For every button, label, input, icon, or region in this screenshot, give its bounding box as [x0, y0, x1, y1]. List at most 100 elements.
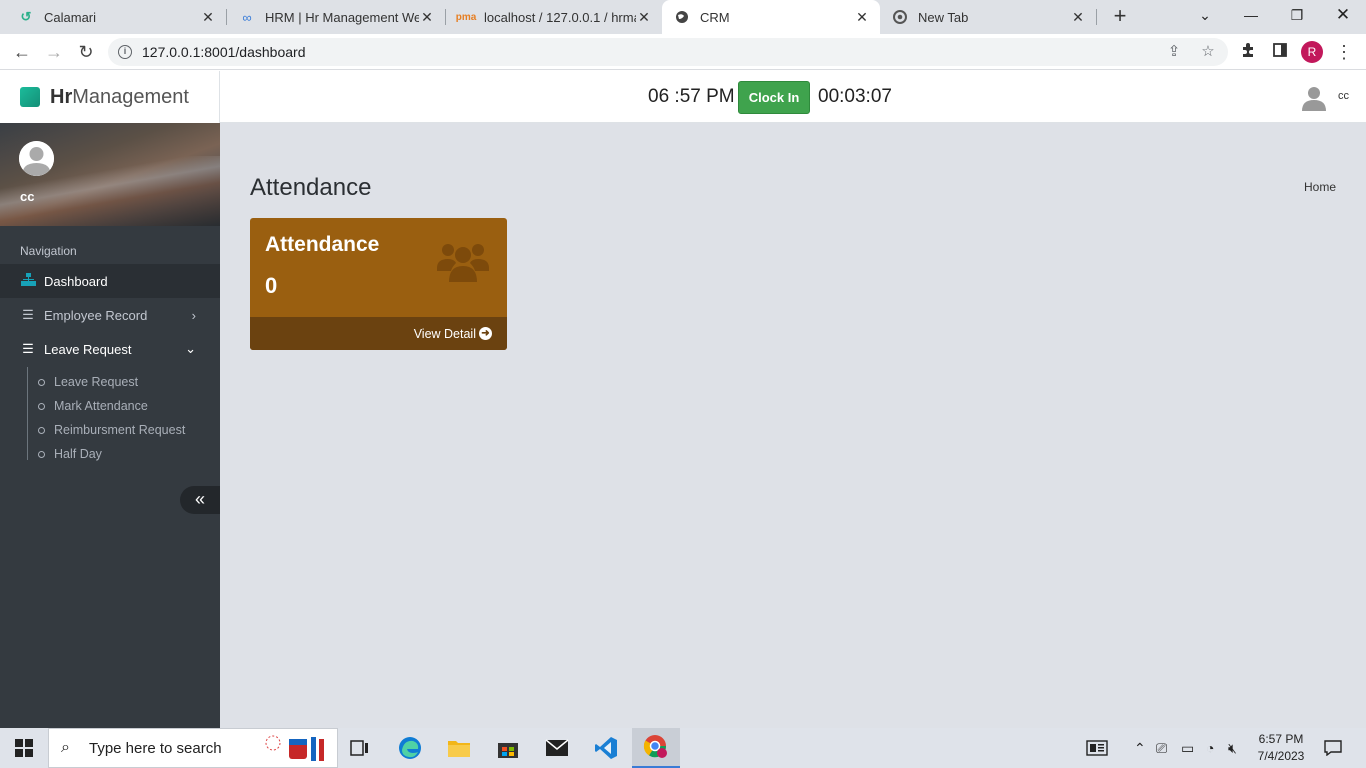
double-chevron-left-icon: « [194, 489, 205, 509]
brand-bold: Hr [50, 85, 73, 108]
subitem-label: Mark Attendance [54, 399, 148, 413]
subitem-half-day[interactable]: Half Day [38, 447, 102, 461]
chrome-icon [892, 9, 908, 25]
windows-icon [15, 739, 33, 757]
tab-title: Calamari [44, 9, 97, 25]
device-icon[interactable]: ⎚ [1156, 740, 1167, 757]
minimize-button[interactable]: — [1228, 0, 1274, 30]
side-panel-icon[interactable] [1270, 42, 1290, 62]
search-placeholder: Type here to search [89, 739, 222, 757]
sidebar-item-dashboard[interactable]: Dashboard [0, 264, 220, 298]
close-icon[interactable]: ✕ [854, 9, 870, 26]
avatar[interactable] [19, 141, 54, 176]
notifications-icon[interactable] [1324, 740, 1342, 759]
show-hidden-icons[interactable]: ⌃ [1134, 740, 1146, 757]
circle-icon [38, 426, 45, 434]
sidebar-item-label: Dashboard [44, 273, 108, 289]
circle-icon [38, 378, 45, 386]
reload-icon[interactable]: ↻ [74, 40, 98, 64]
subitem-label: Reimbursment Request [54, 423, 186, 437]
taskbar-search[interactable]: ⌕ Type here to search [48, 728, 338, 768]
nav-header: Navigation [20, 244, 77, 258]
attendance-card: Attendance 0 View Detail ➜ [250, 218, 507, 350]
forward-icon[interactable]: → [42, 40, 66, 64]
edge-icon[interactable] [386, 728, 434, 768]
windows-taskbar: ⌕ Type here to search ⌃ ⎚ ▭ ◔ 🔇︎ 6:57 PM… [0, 728, 1366, 768]
share-icon[interactable]: ⇪ [1164, 42, 1184, 62]
tab-title: New Tab [918, 9, 969, 25]
close-icon[interactable]: ✕ [419, 9, 435, 26]
tab-hrm[interactable]: ∞ HRM | Hr Management Web ✕ [227, 0, 445, 34]
extensions-icon[interactable] [1238, 42, 1258, 62]
tab-search-icon[interactable]: ⌄ [1182, 0, 1228, 30]
close-window-button[interactable]: ✕ [1320, 0, 1366, 30]
circle-icon [38, 450, 45, 458]
tab-title: HRM | Hr Management Web [265, 9, 419, 25]
card-value: 0 [265, 273, 278, 298]
brand-light: Management [72, 85, 189, 108]
task-view-icon[interactable] [336, 728, 384, 768]
subitem-mark-attendance[interactable]: Mark Attendance [38, 399, 148, 413]
clock-in-button[interactable]: Clock In [738, 81, 810, 114]
subitem-label: Half Day [54, 447, 102, 461]
subitem-reimbursment-request[interactable]: Reimbursment Request [38, 423, 185, 437]
brand-logo[interactable]: Hr Management [0, 71, 220, 123]
sidebar-item-employee-record[interactable]: ☰ Employee Record › [0, 298, 220, 332]
start-button[interactable] [0, 728, 48, 768]
store-icon[interactable] [484, 728, 532, 768]
site-info-icon[interactable]: i [118, 45, 132, 59]
taskbar-clock[interactable]: 6:57 PM 7/4/2023 [1252, 731, 1310, 765]
profile-avatar[interactable]: R [1301, 41, 1323, 63]
search-icon: ⌕ [61, 739, 70, 756]
arrow-circle-right-icon: ➜ [479, 327, 492, 340]
users-icon [435, 238, 491, 284]
sidebar-item-label: Leave Request [44, 341, 132, 357]
sidebar: cc Navigation Dashboard ☰ Employee Recor… [0, 123, 220, 728]
chrome-taskbar-icon[interactable] [632, 728, 680, 768]
sidebar-item-leave-request[interactable]: ☰ Leave Request ⌄ [0, 332, 220, 366]
sidebar-item-label: Employee Record [44, 307, 148, 323]
app-header: 06 :57 PM Clock In 00:03:07 cc [220, 71, 1366, 123]
collapse-sidebar-button[interactable]: « [180, 486, 220, 514]
tab-phpmyadmin[interactable]: pma localhost / 127.0.0.1 / hrman ✕ [446, 0, 662, 34]
tab-title: CRM [700, 9, 730, 25]
taskbar-date: 7/4/2023 [1257, 749, 1305, 763]
globe-icon [674, 9, 690, 25]
subitem-label: Leave Request [54, 375, 139, 389]
file-explorer-icon[interactable] [435, 728, 483, 768]
current-time: 06 :57 PM [648, 86, 735, 107]
search-highlight-icon[interactable] [261, 733, 331, 768]
tab-crm[interactable]: CRM ✕ [662, 0, 880, 34]
tab-new[interactable]: New Tab ✕ [880, 0, 1096, 34]
new-tab-button[interactable]: + [1108, 4, 1132, 28]
back-icon[interactable]: ← [10, 40, 34, 64]
breadcrumb-home[interactable]: Home [1304, 180, 1336, 194]
phpmyadmin-icon: pma [455, 11, 477, 23]
bookmark-star-icon[interactable]: ☆ [1198, 42, 1218, 62]
close-icon[interactable]: ✕ [1070, 9, 1086, 26]
wifi-icon[interactable]: ◔ [1206, 740, 1214, 756]
view-detail-label: View Detail [413, 326, 476, 341]
battery-icon[interactable]: ▭ [1181, 740, 1194, 757]
card-title: Attendance [265, 233, 380, 256]
mail-icon[interactable] [533, 728, 581, 768]
user-name[interactable]: cc [1338, 90, 1349, 102]
subitem-leave-request[interactable]: Leave Request [38, 375, 138, 389]
chevron-down-icon: ⌄ [185, 341, 196, 356]
chevron-right-icon: › [191, 307, 196, 323]
volume-muted-icon[interactable]: 🔇︎ [1228, 740, 1237, 757]
user-avatar-icon[interactable] [1300, 83, 1328, 111]
vscode-icon[interactable] [582, 728, 630, 768]
close-icon[interactable]: ✕ [200, 9, 216, 26]
address-bar[interactable]: i 127.0.0.1:8001/dashboard ⇪ ☆ [108, 38, 1228, 66]
url-text: 127.0.0.1:8001/dashboard [142, 44, 306, 60]
restore-button[interactable]: ❐ [1274, 0, 1320, 30]
view-detail-link[interactable]: View Detail ➜ [250, 317, 507, 350]
menu-kebab-icon[interactable]: ⋮ [1334, 42, 1354, 62]
browser-tab-strip: ↺ Calamari ✕ ∞ HRM | Hr Management Web ✕… [0, 0, 1366, 34]
news-widget-icon[interactable] [1086, 740, 1108, 759]
list-icon: ☰ [22, 307, 34, 322]
tab-calamari[interactable]: ↺ Calamari ✕ [0, 0, 226, 34]
page-title: Attendance [250, 174, 372, 201]
close-icon[interactable]: ✕ [636, 9, 652, 26]
